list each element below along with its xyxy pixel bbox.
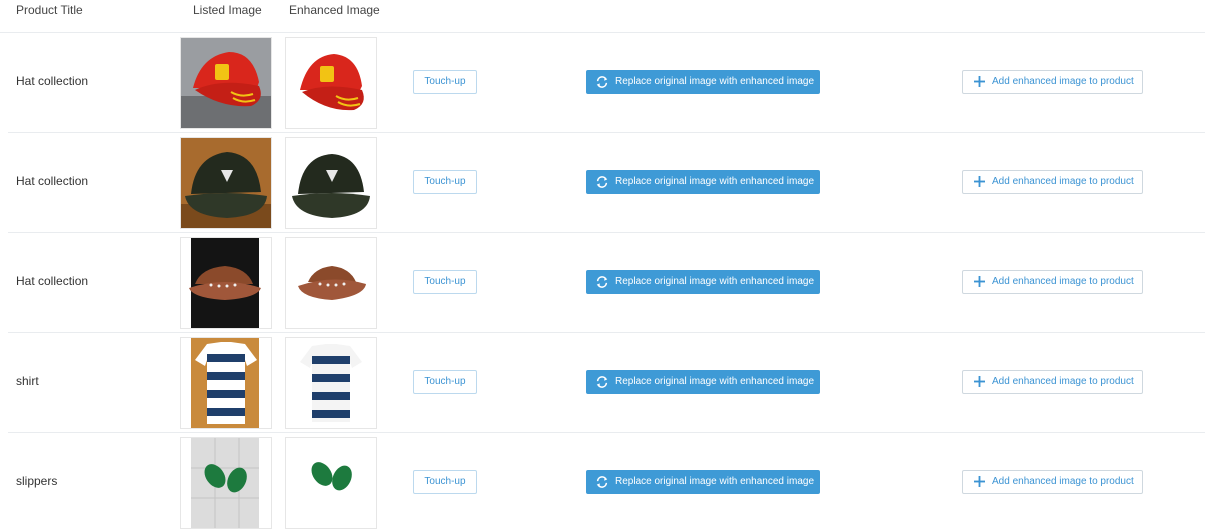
add-enhanced-image-label: Add enhanced image to product — [992, 76, 1134, 87]
enhanced-image[interactable] — [285, 337, 377, 429]
add-enhanced-image-button[interactable]: Add enhanced image to product — [962, 470, 1143, 494]
table-row: Hat collection Touch-up Replace original… — [8, 133, 1205, 233]
refresh-icon — [596, 376, 608, 388]
product-image-table: Product Title Listed Image Enhanced Imag… — [0, 0, 1220, 530]
plus-icon — [974, 276, 985, 287]
listed-image[interactable] — [180, 37, 272, 129]
add-enhanced-image-label: Add enhanced image to product — [992, 176, 1134, 187]
replace-original-label: Replace original image with enhanced ima… — [615, 176, 815, 187]
add-enhanced-image-label: Add enhanced image to product — [992, 376, 1134, 387]
plus-icon — [974, 476, 985, 487]
touch-up-button[interactable]: Touch-up — [413, 470, 477, 494]
brown-hat-cutout — [286, 238, 376, 328]
listed-image[interactable] — [180, 437, 272, 529]
touch-up-button[interactable]: Touch-up — [413, 70, 477, 94]
replace-original-button[interactable]: Replace original image with enhanced ima… — [586, 170, 820, 194]
table-row: Hat collection Touch-up Replace original… — [8, 233, 1205, 333]
refresh-icon — [596, 176, 608, 188]
replace-original-button[interactable]: Replace original image with enhanced ima… — [586, 270, 820, 294]
table-row: shirt Touch-up Replace original image wi… — [8, 333, 1205, 433]
column-header-enhanced-image: Enhanced Image — [289, 3, 380, 17]
touch-up-button[interactable]: Touch-up — [413, 170, 477, 194]
green-slippers-cutout — [286, 438, 376, 528]
column-header-product-title: Product Title — [16, 3, 83, 17]
replace-original-label: Replace original image with enhanced ima… — [615, 476, 815, 487]
refresh-icon — [596, 76, 608, 88]
enhanced-image[interactable] — [285, 237, 377, 329]
red-cap-cutout — [286, 38, 376, 128]
add-enhanced-image-button[interactable]: Add enhanced image to product — [962, 270, 1143, 294]
refresh-icon — [596, 276, 608, 288]
product-title: Hat collection — [16, 174, 89, 188]
product-title: shirt — [16, 374, 39, 388]
plus-icon — [974, 176, 985, 187]
table-row: Hat collection Touch-up Replace original… — [8, 33, 1205, 133]
product-title: Hat collection — [16, 274, 89, 288]
black-cap-cutout — [286, 138, 376, 228]
table-row: slippers Touch-up Replace original image… — [8, 433, 1205, 530]
plus-icon — [974, 76, 985, 87]
brown-hat-photo — [181, 238, 271, 328]
red-cap-photo — [181, 38, 271, 128]
column-header-listed-image: Listed Image — [193, 3, 262, 17]
enhanced-image[interactable] — [285, 37, 377, 129]
listed-image[interactable] — [180, 237, 272, 329]
replace-original-label: Replace original image with enhanced ima… — [615, 76, 815, 87]
replace-original-label: Replace original image with enhanced ima… — [615, 276, 815, 287]
add-enhanced-image-label: Add enhanced image to product — [992, 476, 1134, 487]
table-header: Product Title Listed Image Enhanced Imag… — [0, 0, 1205, 33]
listed-image[interactable] — [180, 337, 272, 429]
touch-up-button[interactable]: Touch-up — [413, 370, 477, 394]
green-slippers-photo — [181, 438, 271, 528]
product-title: slippers — [16, 474, 58, 488]
add-enhanced-image-button[interactable]: Add enhanced image to product — [962, 70, 1143, 94]
product-title: Hat collection — [16, 74, 89, 88]
add-enhanced-image-button[interactable]: Add enhanced image to product — [962, 370, 1143, 394]
replace-original-button[interactable]: Replace original image with enhanced ima… — [586, 370, 820, 394]
listed-image[interactable] — [180, 137, 272, 229]
replace-original-label: Replace original image with enhanced ima… — [615, 376, 815, 387]
striped-shirt-photo — [181, 338, 271, 428]
enhanced-image[interactable] — [285, 437, 377, 529]
plus-icon — [974, 376, 985, 387]
black-cap-photo — [181, 138, 271, 228]
touch-up-button[interactable]: Touch-up — [413, 270, 477, 294]
replace-original-button[interactable]: Replace original image with enhanced ima… — [586, 70, 820, 94]
add-enhanced-image-label: Add enhanced image to product — [992, 276, 1134, 287]
enhanced-image[interactable] — [285, 137, 377, 229]
replace-original-button[interactable]: Replace original image with enhanced ima… — [586, 470, 820, 494]
refresh-icon — [596, 476, 608, 488]
add-enhanced-image-button[interactable]: Add enhanced image to product — [962, 170, 1143, 194]
striped-shirt-cutout — [286, 338, 376, 428]
